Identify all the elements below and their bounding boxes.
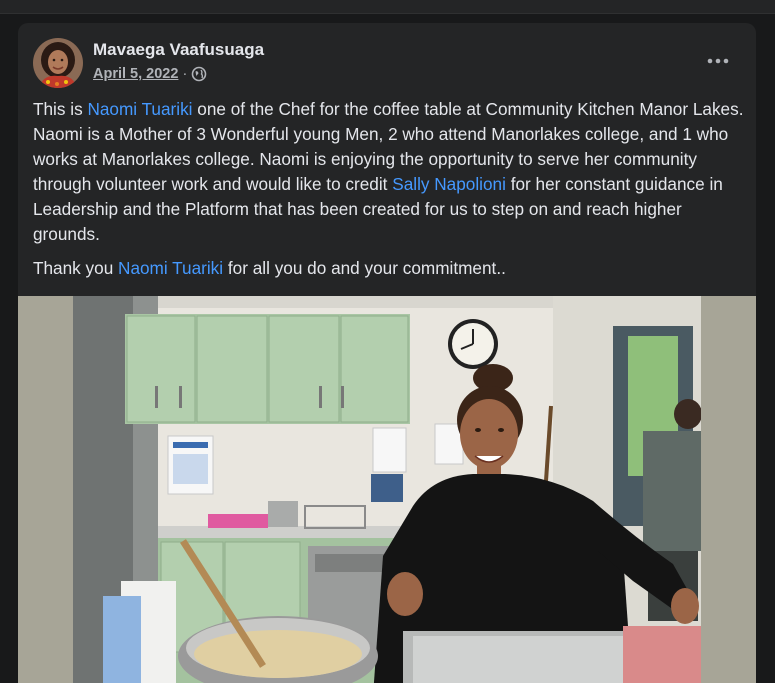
post-header: Mavaega Vaafusuaga April 5, 2022 ·: [18, 23, 756, 93]
post-paragraph-2: Thank you Naomi Tuariki for all you do a…: [33, 256, 745, 281]
mention-naomi-tuariki[interactable]: Naomi Tuariki: [87, 99, 192, 119]
post-text: This is Naomi Tuariki one of the Chef fo…: [33, 97, 745, 290]
mention-sally-napolioni[interactable]: Sally Napolioni: [392, 174, 506, 194]
globe-icon[interactable]: [191, 66, 207, 82]
more-options-icon: [707, 58, 729, 64]
top-bar: [0, 0, 775, 14]
more-options-button[interactable]: [698, 45, 738, 77]
mention-naomi-tuariki[interactable]: Naomi Tuariki: [118, 258, 223, 278]
text-segment: Thank you: [33, 258, 119, 278]
meta-separator: ·: [182, 66, 188, 82]
author-avatar[interactable]: [33, 38, 83, 88]
text-segment: for all you do and your commitment..: [223, 258, 506, 278]
post-date[interactable]: April 5, 2022: [93, 66, 178, 82]
post-meta: April 5, 2022 ·: [93, 66, 207, 82]
text-segment: This is: [33, 99, 88, 119]
post-card: Mavaega Vaafusuaga April 5, 2022 · This …: [18, 23, 756, 683]
author-name[interactable]: Mavaega Vaafusuaga: [93, 40, 264, 60]
post-photo[interactable]: [73, 296, 701, 683]
post-photo-container: [18, 296, 756, 683]
post-paragraph-1: This is Naomi Tuariki one of the Chef fo…: [33, 97, 745, 247]
